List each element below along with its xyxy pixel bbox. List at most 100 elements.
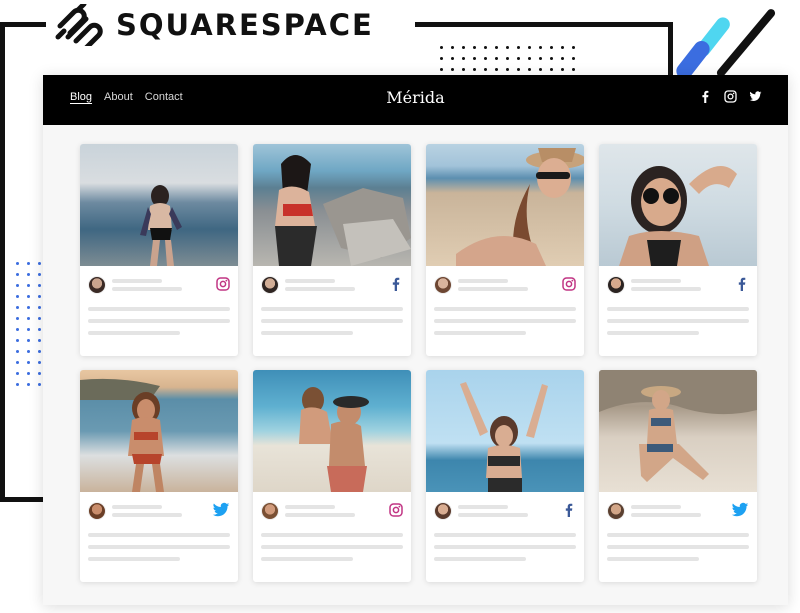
grid-dot: [27, 306, 30, 309]
post-photo[interactable]: [599, 144, 757, 266]
grid-dot: [517, 46, 520, 49]
facebook-icon[interactable]: [735, 277, 749, 291]
twitter-icon[interactable]: [731, 502, 749, 518]
grid-dot: [16, 361, 19, 364]
grid-dot: [38, 372, 41, 375]
grid-dot: [528, 68, 531, 71]
frame-line-right: [668, 22, 673, 76]
author-name-placeholder: [112, 505, 162, 509]
post-card[interactable]: [80, 370, 238, 582]
grid-dot: [451, 46, 454, 49]
post-text-line: [607, 319, 749, 323]
facebook-icon[interactable]: [562, 503, 576, 517]
twitter-icon[interactable]: [212, 502, 230, 518]
grid-dot: [473, 68, 476, 71]
grid-dot: [495, 46, 498, 49]
grid-dot: [451, 68, 454, 71]
avatar: [434, 276, 452, 294]
grid-dot: [539, 68, 542, 71]
author-name-placeholder: [631, 279, 681, 283]
post-text-line: [434, 533, 576, 537]
author-meta-placeholder: [112, 287, 182, 291]
grid-dot: [38, 361, 41, 364]
grid-dot: [572, 57, 575, 60]
grid-dot: [528, 57, 531, 60]
site-title: Mérida: [386, 88, 445, 107]
grid-dot: [27, 317, 30, 320]
avatar: [88, 502, 106, 520]
instagram-icon[interactable]: [724, 90, 737, 103]
grid-dot: [38, 284, 41, 287]
grid-dot: [484, 46, 487, 49]
grid-dot: [440, 46, 443, 49]
frame-line-bottom: [0, 497, 44, 502]
grid-dot: [16, 273, 19, 276]
post-text-line: [88, 533, 230, 537]
frame-line-top: [0, 22, 47, 27]
post-card[interactable]: [599, 370, 757, 582]
post-photo[interactable]: [253, 370, 411, 492]
grid-dot: [561, 57, 564, 60]
header-social-links: [699, 90, 762, 103]
post-photo[interactable]: [426, 144, 584, 266]
grid-dot: [16, 317, 19, 320]
post-text-line: [607, 307, 749, 311]
grid-dot: [38, 262, 41, 265]
post-card[interactable]: [426, 370, 584, 582]
author-name-placeholder: [285, 279, 335, 283]
post-text-line: [88, 545, 230, 549]
author-meta-placeholder: [458, 513, 528, 517]
grid-dot: [550, 46, 553, 49]
post-photo[interactable]: [80, 144, 238, 266]
post-photo[interactable]: [80, 370, 238, 492]
post-photo[interactable]: [253, 144, 411, 266]
post-text-line: [607, 545, 749, 549]
twitter-icon[interactable]: [749, 90, 762, 103]
post-photo[interactable]: [599, 370, 757, 492]
instagram-icon[interactable]: [562, 277, 576, 291]
grid-dot: [561, 46, 564, 49]
instagram-icon[interactable]: [389, 503, 403, 517]
facebook-icon[interactable]: [389, 277, 403, 291]
squarespace-logo-icon: [54, 4, 106, 46]
post-text-line: [434, 307, 576, 311]
grid-dot: [27, 262, 30, 265]
grid-dot: [506, 46, 509, 49]
grid-dot: [27, 328, 30, 331]
post-text-line: [607, 331, 699, 335]
author-meta-placeholder: [285, 287, 355, 291]
post-card[interactable]: [426, 144, 584, 356]
grid-dot: [495, 57, 498, 60]
post-card[interactable]: [599, 144, 757, 356]
grid-dot: [27, 372, 30, 375]
grid-dot: [38, 306, 41, 309]
post-text-line: [261, 331, 353, 335]
avatar: [607, 502, 625, 520]
post-text-line: [88, 319, 230, 323]
post-text-line: [261, 545, 403, 549]
post-text-line: [607, 533, 749, 537]
post-card[interactable]: [80, 144, 238, 356]
grid-dot: [473, 46, 476, 49]
grid-dot: [550, 57, 553, 60]
grid-dot: [27, 284, 30, 287]
grid-dot: [27, 350, 30, 353]
avatar: [434, 502, 452, 520]
author-name-placeholder: [458, 505, 508, 509]
grid-dot: [462, 57, 465, 60]
post-card[interactable]: [253, 370, 411, 582]
post-card[interactable]: [253, 144, 411, 356]
post-text-line: [607, 557, 699, 561]
grid-dot: [38, 295, 41, 298]
author-meta-placeholder: [285, 513, 355, 517]
author-name-placeholder: [112, 279, 162, 283]
grid-dot: [506, 57, 509, 60]
author-meta-placeholder: [631, 287, 701, 291]
grid-dot: [16, 295, 19, 298]
grid-dot: [473, 57, 476, 60]
post-photo[interactable]: [426, 370, 584, 492]
facebook-icon[interactable]: [699, 90, 712, 103]
instagram-icon[interactable]: [216, 277, 230, 291]
author-name-placeholder: [285, 505, 335, 509]
author-name-placeholder: [631, 505, 681, 509]
